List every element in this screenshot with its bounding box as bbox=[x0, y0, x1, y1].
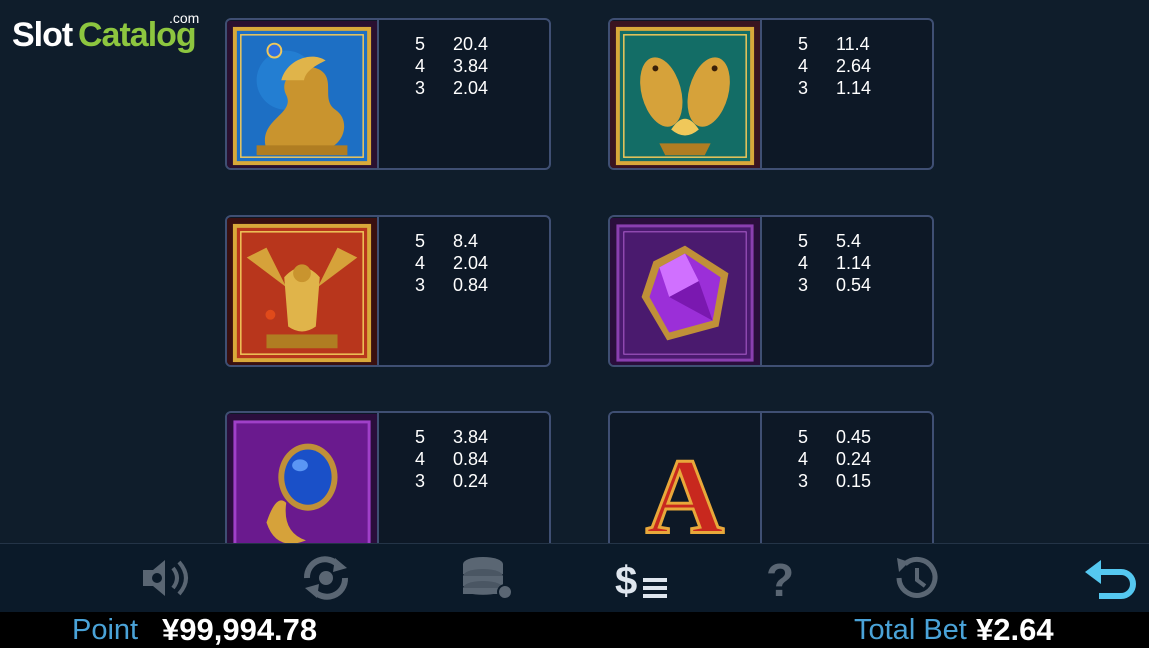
autoplay-settings-icon bbox=[304, 556, 348, 600]
symbol-count: 4 bbox=[415, 56, 426, 76]
payout-value: 11.4 bbox=[836, 34, 870, 54]
symbol-count: 3 bbox=[798, 471, 809, 491]
pay-row: 4 0.84 bbox=[415, 449, 488, 471]
symbol-count: 4 bbox=[415, 253, 426, 273]
pay-row: 3 0.84 bbox=[415, 275, 488, 297]
payout-value: 2.64 bbox=[836, 56, 872, 76]
purple-gem-symbol-icon bbox=[610, 217, 762, 365]
paytable-card-koi: 5 11.4 4 2.64 3 1.14 bbox=[608, 18, 934, 170]
bet-chips-button[interactable] bbox=[456, 552, 520, 604]
payout-value: 2.04 bbox=[453, 78, 489, 98]
point-label: Point bbox=[72, 614, 139, 646]
symbol-count: 5 bbox=[415, 34, 426, 54]
pay-row: 5 11.4 bbox=[798, 34, 871, 56]
paytable-card-letter-a: A 5 0.45 4 0.24 3 0.15 bbox=[608, 411, 934, 563]
autoplay-settings-button[interactable] bbox=[294, 552, 358, 604]
history-button[interactable] bbox=[884, 552, 948, 604]
letter-a-glyph: A bbox=[646, 436, 724, 556]
letter-a-symbol-icon: A bbox=[610, 413, 762, 561]
pay-row: 5 3.84 bbox=[415, 427, 488, 449]
paytable-card-ring: 5 3.84 4 0.84 3 0.24 bbox=[225, 411, 551, 563]
payout-value: 0.54 bbox=[836, 275, 872, 295]
sound-settings-icon bbox=[143, 560, 188, 596]
payout-value: 3.84 bbox=[453, 56, 489, 76]
payout-value: 1.14 bbox=[836, 78, 872, 98]
back-icon bbox=[1085, 560, 1136, 599]
symbol-count: 5 bbox=[798, 34, 809, 54]
paytable-button[interactable]: $ bbox=[610, 552, 674, 604]
svg-text:$: $ bbox=[615, 559, 637, 603]
sapphire-ring-symbol-icon bbox=[227, 413, 379, 561]
symbol-count: 3 bbox=[415, 275, 426, 295]
paytable-icon: $ bbox=[615, 559, 667, 603]
symbol-count: 5 bbox=[798, 231, 809, 251]
symbol-count: 4 bbox=[798, 253, 809, 273]
koi-fish-symbol-icon bbox=[610, 20, 762, 168]
pay-row: 5 20.4 bbox=[415, 34, 488, 56]
toolbar: $ ? bbox=[0, 543, 1149, 613]
payout-value: 2.04 bbox=[453, 253, 489, 273]
symbol-count: 3 bbox=[798, 275, 809, 295]
paytable-card-gem: 5 5.4 4 1.14 3 0.54 bbox=[608, 215, 934, 367]
balance-bar: Point ¥99,994.78 Total Bet ¥2.64 bbox=[0, 612, 1149, 648]
pay-row: 4 1.14 bbox=[798, 253, 871, 275]
symbol-count: 4 bbox=[798, 449, 809, 469]
svg-text:?: ? bbox=[766, 554, 794, 604]
pay-row: 3 1.14 bbox=[798, 78, 871, 100]
symbol-count: 5 bbox=[798, 427, 809, 447]
symbol-count: 5 bbox=[415, 427, 426, 447]
history-icon bbox=[896, 556, 938, 598]
symbol-count: 3 bbox=[415, 78, 426, 98]
help-button[interactable]: ? bbox=[748, 552, 812, 604]
sound-settings-button[interactable] bbox=[136, 552, 200, 604]
pay-row: 4 0.24 bbox=[798, 449, 871, 471]
bet-chips-icon bbox=[463, 557, 513, 600]
pay-row: 4 2.64 bbox=[798, 56, 871, 78]
symbol-count: 5 bbox=[415, 231, 426, 251]
pay-row: 5 5.4 bbox=[798, 231, 871, 253]
pay-row: 3 2.04 bbox=[415, 78, 488, 100]
payout-value: 0.84 bbox=[453, 449, 489, 469]
symbol-count: 3 bbox=[415, 471, 426, 491]
payout-value: 1.14 bbox=[836, 253, 872, 273]
symbol-count: 4 bbox=[798, 56, 809, 76]
logo-slot-text: Slot bbox=[12, 16, 73, 54]
pay-row: 4 2.04 bbox=[415, 253, 488, 275]
payout-value: 0.45 bbox=[836, 427, 872, 447]
payout-value: 5.4 bbox=[836, 231, 862, 251]
symbol-count: 4 bbox=[415, 449, 426, 469]
pay-row: 5 8.4 bbox=[415, 231, 488, 253]
phoenix-symbol-icon bbox=[227, 217, 379, 365]
total-bet-label: Total Bet bbox=[854, 614, 967, 646]
payout-value: 0.15 bbox=[836, 471, 872, 491]
dragon-symbol-icon bbox=[227, 20, 379, 168]
paytable-card-phoenix: 5 8.4 4 2.04 3 0.84 bbox=[225, 215, 551, 367]
logo-dotcom-text: .com bbox=[169, 10, 200, 26]
pay-row: 5 0.45 bbox=[798, 427, 871, 449]
point-value: ¥99,994.78 bbox=[162, 612, 318, 647]
total-bet-value: ¥2.64 bbox=[976, 612, 1054, 647]
payout-value: 8.4 bbox=[453, 231, 479, 251]
payout-value: 3.84 bbox=[453, 427, 489, 447]
symbol-count: 3 bbox=[798, 78, 809, 98]
payout-value: 0.24 bbox=[453, 471, 489, 491]
payout-value: 0.84 bbox=[453, 275, 489, 295]
pay-row: 3 0.15 bbox=[798, 471, 871, 493]
payout-value: 0.24 bbox=[836, 449, 872, 469]
pay-row: 3 0.54 bbox=[798, 275, 871, 297]
slotcatalog-logo: Slot Catalog .com bbox=[12, 8, 212, 60]
paytable-card-dragon: 5 20.4 4 3.84 3 2.04 bbox=[225, 18, 551, 170]
back-button[interactable] bbox=[1080, 552, 1144, 604]
pay-row: 3 0.24 bbox=[415, 471, 488, 493]
pay-row: 4 3.84 bbox=[415, 56, 488, 78]
payout-value: 20.4 bbox=[453, 34, 489, 54]
help-icon: ? bbox=[766, 554, 794, 604]
